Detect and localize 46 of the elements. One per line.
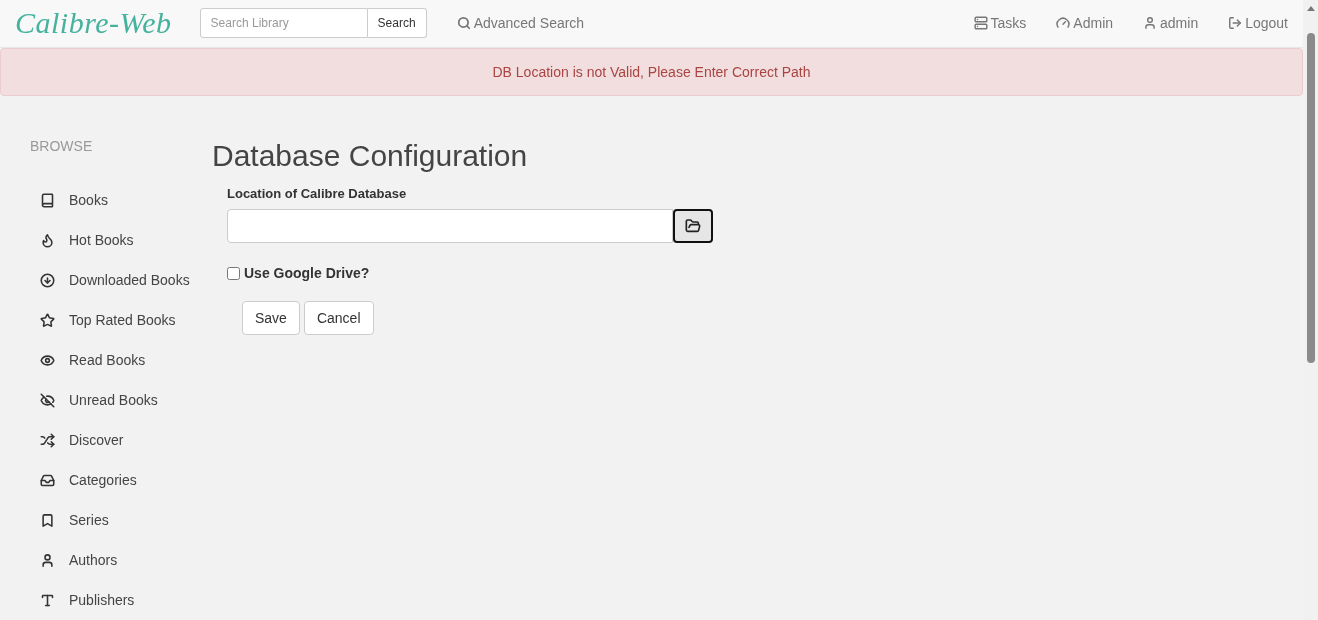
- error-alert: DB Location is not Valid, Please Enter Correct Path: [0, 47, 1303, 96]
- sidebar-item[interactable]: Books: [30, 180, 212, 220]
- sidebar-item[interactable]: Downloaded Books: [30, 260, 212, 300]
- text-icon: [40, 592, 55, 608]
- inbox-icon: [40, 472, 55, 488]
- download-icon: [40, 272, 55, 288]
- search-field[interactable]: Search Library: [199, 8, 368, 39]
- dashboard-icon: [1056, 16, 1071, 31]
- nav-link[interactable]: Admin: [1056, 15, 1114, 32]
- sidebar-item[interactable]: Read Books: [30, 340, 212, 380]
- scrollbar-thumb[interactable]: [1306, 33, 1315, 363]
- sidebar-item[interactable]: Hot Books: [30, 220, 212, 260]
- folder-icon: [685, 218, 701, 234]
- sidebar-item[interactable]: Discover: [30, 420, 212, 460]
- page-title: Database Configuration: [212, 138, 529, 174]
- sidebar-heading: BROWSE: [30, 138, 94, 154]
- eye-icon: [40, 352, 55, 368]
- star-icon: [40, 312, 55, 328]
- checkbox-label: Use Google Drive?: [244, 265, 370, 281]
- eye-slash-icon: [40, 392, 55, 408]
- nav-link[interactable]: Logout: [1228, 15, 1288, 32]
- sidebar-item[interactable]: Top Rated Books: [30, 300, 212, 340]
- flame-icon: [40, 232, 55, 248]
- logout-icon: [1228, 16, 1243, 31]
- book-icon: [40, 192, 55, 208]
- browse-button[interactable]: [673, 209, 713, 243]
- sidebar-item[interactable]: Authors: [30, 540, 212, 580]
- sidebar-item[interactable]: Unread Books: [30, 380, 212, 420]
- form-button[interactable]: Save: [242, 301, 300, 335]
- nav-link[interactable]: admin: [1143, 15, 1199, 32]
- sidebar-item[interactable]: Categories: [30, 460, 212, 500]
- user-icon: [40, 552, 55, 568]
- field-label: Location of Calibre Database: [227, 186, 408, 201]
- nav-link[interactable]: Tasks: [973, 15, 1027, 32]
- path-field[interactable]: [227, 209, 713, 243]
- search-button[interactable]: Search: [367, 8, 427, 39]
- sidebar-item[interactable]: Series: [30, 500, 212, 540]
- sidebar-item[interactable]: Publishers: [30, 580, 212, 620]
- form-button[interactable]: Cancel: [303, 301, 374, 335]
- server-icon: [973, 16, 988, 31]
- advanced-search-link[interactable]: Advanced Search: [456, 15, 585, 32]
- shuffle-icon: [40, 432, 55, 448]
- user-icon: [1143, 16, 1158, 31]
- search-icon: [456, 16, 471, 31]
- bookmark-icon: [40, 512, 55, 528]
- google-drive-checkbox[interactable]: [227, 266, 240, 280]
